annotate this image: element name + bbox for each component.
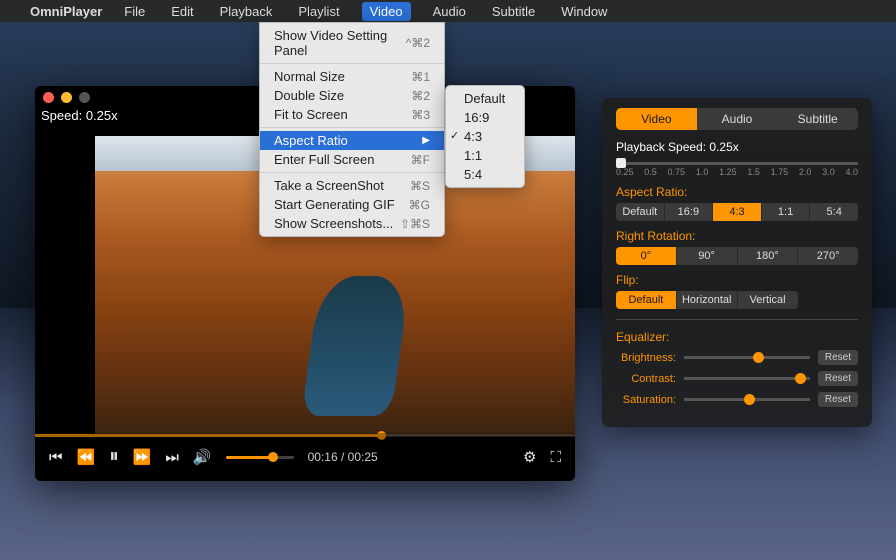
player-controls: ⏮ ⏪ ⏸ ⏩ ⏭ 🔊 00:16 / 00:25 ⚙ ⛶ (35, 433, 575, 481)
fullscreen-icon[interactable]: ⛶ (550, 449, 561, 466)
flip-vertical[interactable]: Vertical (738, 291, 798, 309)
rotation-label: Right Rotation: (616, 229, 858, 243)
menu-aspect-ratio[interactable]: Aspect Ratio▶ (260, 131, 444, 150)
aspect-5-4[interactable]: 5:4 (446, 165, 524, 184)
speed-label: Playback Speed: 0.25x (616, 140, 858, 154)
video-dropdown: Show Video Setting Panel^⌘2 Normal Size⌘… (259, 22, 445, 237)
menu-subtitle[interactable]: Subtitle (488, 2, 539, 21)
aspect-label: Aspect Ratio: (616, 185, 858, 199)
rot-270[interactable]: 270° (798, 247, 858, 265)
pause-icon[interactable]: ⏸ (109, 446, 119, 468)
menu-playlist[interactable]: Playlist (294, 2, 343, 21)
rot-90[interactable]: 90° (677, 247, 738, 265)
aspect-1-1[interactable]: 1:1 (446, 146, 524, 165)
gear-icon[interactable]: ⚙ (523, 448, 536, 466)
tab-subtitle[interactable]: Subtitle (777, 108, 858, 130)
saturation-reset[interactable]: Reset (818, 392, 858, 407)
menu-gif[interactable]: Start Generating GIF⌘G (260, 195, 444, 214)
menu-audio[interactable]: Audio (429, 2, 470, 21)
prev-icon[interactable]: ⏮ (49, 449, 63, 466)
menu-edit[interactable]: Edit (167, 2, 197, 21)
aspect-opt-5-4[interactable]: 5:4 (810, 203, 858, 221)
aspect-opt-4-3[interactable]: 4:3 (713, 203, 762, 221)
contrast-slider[interactable] (684, 377, 810, 380)
menu-file[interactable]: File (120, 2, 149, 21)
rot-0[interactable]: 0° (616, 247, 677, 265)
speed-slider[interactable] (616, 162, 858, 165)
rewind-icon[interactable]: ⏪ (77, 448, 96, 466)
flip-label: Flip: (616, 273, 858, 287)
menu-fullscreen[interactable]: Enter Full Screen⌘F (260, 150, 444, 169)
close-icon[interactable] (43, 92, 54, 103)
panel-tabs: Video Audio Subtitle (616, 108, 858, 130)
tab-audio[interactable]: Audio (697, 108, 778, 130)
brightness-reset[interactable]: Reset (818, 350, 858, 365)
traffic-lights (43, 92, 90, 103)
aspect-opt-16-9[interactable]: 16:9 (665, 203, 714, 221)
app-name[interactable]: OmniPlayer (30, 4, 102, 19)
tab-video[interactable]: Video (616, 108, 697, 130)
menu-normal-size[interactable]: Normal Size⌘1 (260, 67, 444, 86)
time-display: 00:16 / 00:25 (308, 450, 378, 464)
menu-window[interactable]: Window (557, 2, 611, 21)
forward-icon[interactable]: ⏩ (133, 448, 152, 466)
saturation-label: Saturation: (616, 394, 676, 406)
menu-show-screenshots[interactable]: Show Screenshots...⇧⌘S (260, 214, 444, 233)
menu-playback[interactable]: Playback (216, 2, 277, 21)
rot-180[interactable]: 180° (738, 247, 799, 265)
volume-slider[interactable] (226, 456, 294, 459)
speed-ticks: 0.250.50.751.01.251.51.752.03.04.0 (616, 167, 858, 177)
menu-show-panel[interactable]: Show Video Setting Panel^⌘2 (260, 26, 444, 60)
speed-badge: Speed: 0.25x (41, 108, 118, 123)
brightness-slider[interactable] (684, 356, 810, 359)
equalizer-label: Equalizer: (616, 330, 858, 344)
aspect-default[interactable]: Default (446, 89, 524, 108)
menu-double-size[interactable]: Double Size⌘2 (260, 86, 444, 105)
chevron-right-icon: ▶ (422, 135, 430, 146)
aspect-4-3[interactable]: ✓4:3 (446, 127, 524, 146)
rotation-segment: 0° 90° 180° 270° (616, 247, 858, 265)
flip-default[interactable]: Default (616, 291, 677, 309)
aspect-segment: Default 16:9 4:3 1:1 5:4 (616, 203, 858, 221)
contrast-reset[interactable]: Reset (818, 371, 858, 386)
aspect-opt-1-1[interactable]: 1:1 (762, 203, 811, 221)
menu-fit-screen[interactable]: Fit to Screen⌘3 (260, 105, 444, 124)
saturation-slider[interactable] (684, 398, 810, 401)
video-settings-panel: Video Audio Subtitle Playback Speed: 0.2… (602, 98, 872, 427)
contrast-label: Contrast: (616, 373, 676, 385)
next-icon[interactable]: ⏭ (165, 449, 179, 466)
aspect-submenu: Default 16:9 ✓4:3 1:1 5:4 (445, 85, 525, 188)
flip-segment: Default Horizontal Vertical (616, 291, 798, 309)
flip-horizontal[interactable]: Horizontal (677, 291, 738, 309)
minimize-icon[interactable] (61, 92, 72, 103)
brightness-label: Brightness: (616, 352, 676, 364)
menu-video[interactable]: Video (362, 2, 411, 21)
aspect-16-9[interactable]: 16:9 (446, 108, 524, 127)
maximize-icon[interactable] (79, 92, 90, 103)
aspect-opt-default[interactable]: Default (616, 203, 665, 221)
menubar: OmniPlayer File Edit Playback Playlist V… (0, 0, 896, 22)
volume-icon[interactable]: 🔊 (193, 448, 212, 466)
check-icon: ✓ (450, 129, 459, 142)
menu-screenshot[interactable]: Take a ScreenShot⌘S (260, 176, 444, 195)
